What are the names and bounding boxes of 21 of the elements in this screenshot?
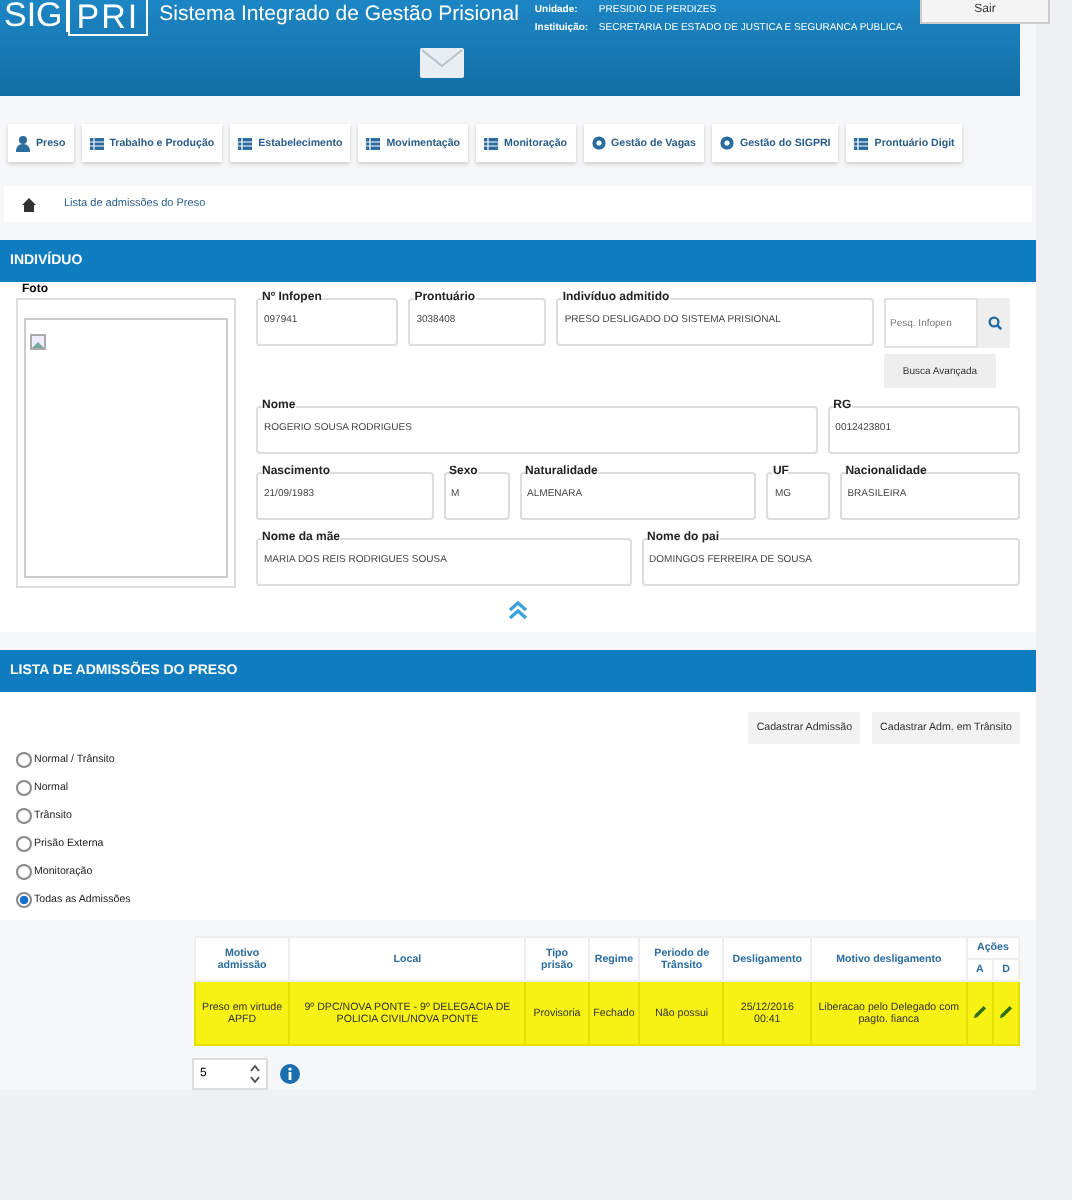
list-icon — [366, 137, 381, 149]
logo: SIG PRI — [0, 0, 148, 32]
radio-dot[interactable] — [16, 808, 32, 824]
list-icon — [238, 137, 253, 149]
search-icon — [987, 316, 1001, 330]
user-icon — [16, 135, 30, 151]
radio-dot[interactable] — [16, 892, 32, 908]
info-icon[interactable] — [280, 1064, 300, 1084]
radio-dot[interactable] — [16, 752, 32, 768]
list-icon — [484, 137, 499, 149]
radio-dot[interactable] — [16, 836, 32, 852]
app-title: Sistema Integrado de Gestão Prisional — [159, 2, 519, 26]
search-button[interactable] — [978, 298, 1010, 348]
radio-dot[interactable] — [16, 780, 32, 796]
spinner-icon[interactable] — [250, 1064, 260, 1084]
collapse-icon[interactable] — [508, 600, 528, 620]
home-icon[interactable] — [22, 197, 36, 211]
radio-dot[interactable] — [16, 864, 32, 880]
broken-image-icon — [30, 334, 46, 350]
list-icon — [89, 137, 104, 149]
list-icon — [854, 137, 869, 149]
